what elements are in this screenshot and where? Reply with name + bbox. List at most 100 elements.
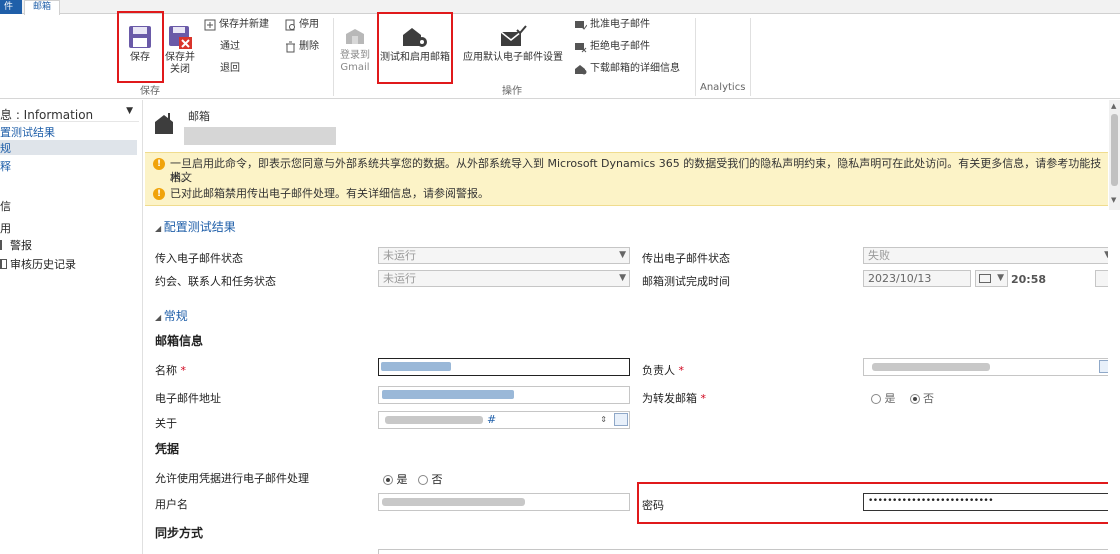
approve-label: 通过 <box>220 41 240 52</box>
appointments-status-label: 约会、联系人和任务状态 <box>155 275 276 288</box>
radio-icon <box>418 475 428 485</box>
forward-yes-radio[interactable]: 是 <box>871 392 896 405</box>
deactivate-icon <box>285 19 295 31</box>
lookup-search-icon[interactable] <box>614 413 628 426</box>
scrollbar-thumb[interactable] <box>1111 114 1118 186</box>
privacy-warning-text: 一旦启用此命令，即表示您同意与外部系统共享您的数据。从外部系统导入到 Micro… <box>170 157 1102 184</box>
mail-approve-icon <box>575 21 587 30</box>
incoming-status-value: 未运行 <box>383 249 416 262</box>
required-marker: * <box>180 364 187 377</box>
ribbon-separator <box>750 18 751 96</box>
reject-email-button[interactable]: 拒绝电子邮件 <box>574 40 650 54</box>
tab-mailbox[interactable]: 邮箱 <box>24 0 61 15</box>
group-label-analytics: Analytics <box>700 82 746 93</box>
allow-credentials-no-radio[interactable]: 否 <box>418 473 443 486</box>
sync-method-field[interactable] <box>378 549 1108 554</box>
download-details-button[interactable]: 下载邮箱的详细信息 <box>574 62 680 76</box>
test-date-field[interactable]: 2023/10/13 <box>863 270 971 287</box>
calendar-icon <box>979 274 991 283</box>
approve-button[interactable]: 通过 <box>220 40 240 54</box>
ribbon-tab-bar: 件 邮箱 <box>0 0 1120 15</box>
download-details-label: 下载邮箱的详细信息 <box>590 63 680 74</box>
alert-icon <box>0 240 7 250</box>
test-time-value: 20:58 <box>1011 273 1047 286</box>
radio-icon <box>871 394 881 404</box>
section-config-results[interactable]: ◢ 配置测试结果 <box>155 218 236 235</box>
save-new-button[interactable]: 保存并新建 <box>204 18 269 32</box>
login-gmail-label-2: Gmail <box>340 62 370 73</box>
highlight-test-enable <box>377 12 453 84</box>
record-title-redacted <box>184 127 336 145</box>
ribbon-separator <box>333 18 334 96</box>
outgoing-status-select[interactable]: 失败 ▼ <box>863 247 1108 264</box>
allow-credentials-yes-radio[interactable]: 是 <box>383 473 408 486</box>
main-form: 邮箱 ! 一旦启用此命令，即表示您同意与外部系统共享您的数据。从外部系统导入到 … <box>145 100 1108 554</box>
section-general[interactable]: ◢ 常规 <box>155 307 188 324</box>
email-address-input[interactable] <box>378 386 630 404</box>
save-close-button[interactable]: 保存并 关闭 <box>162 24 198 76</box>
email-address-label: 电子邮件地址 <box>155 392 221 405</box>
mail-check-icon <box>500 25 527 46</box>
nav-item-config-results[interactable]: 置测试结果 <box>0 124 139 139</box>
scroll-up-icon[interactable]: ▲ <box>1111 102 1116 110</box>
mailbox-gray-icon <box>346 29 364 44</box>
apply-default-settings-button[interactable]: 应用默认电子邮件设置 <box>457 24 569 64</box>
approve-email-button[interactable]: 批准电子邮件 <box>574 18 650 32</box>
appointments-status-select[interactable]: 未运行 ▼ <box>378 270 630 287</box>
redacted-value <box>381 362 451 371</box>
mailbox-download-icon <box>575 65 587 75</box>
lookup-search-icon[interactable] <box>1099 360 1108 373</box>
dropdown-arrow-icon: ▼ <box>126 106 133 116</box>
ribbon: 件 邮箱 保存 保存并 关闭 保存并新建 通过 退回 停用 删除 登录到 Gma… <box>0 0 1120 99</box>
mail-reject-icon <box>575 43 587 53</box>
nav-alerts-label: 警报 <box>10 239 32 252</box>
calendar-time-picker[interactable]: ▼ <box>975 270 1008 287</box>
collapse-triangle-icon: ◢ <box>155 313 164 322</box>
name-input[interactable] <box>378 358 630 376</box>
nav-item-alerts[interactable]: 警报 <box>0 237 32 253</box>
audit-icon <box>0 259 7 269</box>
username-input[interactable] <box>378 493 630 511</box>
appointments-status-value: 未运行 <box>383 272 416 285</box>
redacted-value <box>385 416 483 424</box>
trash-icon <box>286 41 295 53</box>
incoming-status-label: 传入电子邮件状态 <box>155 252 243 265</box>
scroll-down-icon[interactable]: ▼ <box>1111 196 1116 204</box>
calendar-button[interactable] <box>1095 270 1108 287</box>
deactivate-button[interactable]: 停用 <box>285 18 319 32</box>
form-selector[interactable]: 息 : Information ▼ <box>0 106 139 122</box>
owner-lookup[interactable] <box>863 358 1108 376</box>
warning-icon: ! <box>153 188 165 200</box>
save-new-icon <box>204 19 216 31</box>
form-selector-label: 息 : Information <box>0 108 94 122</box>
reject-back-label: 退回 <box>220 63 240 74</box>
name-label: 名称 * <box>155 362 186 378</box>
nav-item-general[interactable]: 规 <box>0 140 137 155</box>
forward-no-radio[interactable]: 否 <box>909 392 934 405</box>
forward-mailbox-label-text: 为转发邮箱 <box>642 392 697 405</box>
name-label-text: 名称 <box>155 364 177 377</box>
notification-bar: ! 一旦启用此命令，即表示您同意与外部系统共享您的数据。从外部系统导入到 Mic… <box>145 152 1108 206</box>
nav-section-related: 用 <box>0 222 11 235</box>
outgoing-status-label: 传出电子邮件状态 <box>642 252 730 265</box>
required-marker: * <box>700 392 707 405</box>
required-marker: * <box>678 364 685 377</box>
section-config-results-label: 配置测试结果 <box>163 220 236 234</box>
save-close-label-2: 关闭 <box>170 64 190 75</box>
nav-item-notes[interactable]: 释 <box>0 158 139 173</box>
nav-item-audit-history[interactable]: 审核历史记录 <box>0 256 76 272</box>
radio-selected-icon <box>383 475 393 485</box>
vertical-scrollbar[interactable]: ▲ ▼ <box>1109 100 1120 210</box>
highlight-password <box>637 482 1108 524</box>
delete-button[interactable]: 删除 <box>285 40 319 54</box>
regarding-label: 关于 <box>155 417 177 430</box>
left-navigation: 息 : Information ▼ 置测试结果 规 释 信 用 警报 审核历史记… <box>0 100 143 554</box>
save-close-label-1: 保存并 <box>165 52 195 63</box>
reject-back-button[interactable]: 退回 <box>220 62 240 76</box>
incoming-status-select[interactable]: 未运行 ▼ <box>378 247 630 264</box>
regarding-lookup[interactable]: # ⇕ <box>378 411 630 429</box>
warning-icon: ! <box>153 158 165 170</box>
redacted-value <box>382 390 514 399</box>
tab-file[interactable]: 件 <box>0 0 22 14</box>
login-gmail-button[interactable]: 登录到 Gmail <box>336 24 374 74</box>
